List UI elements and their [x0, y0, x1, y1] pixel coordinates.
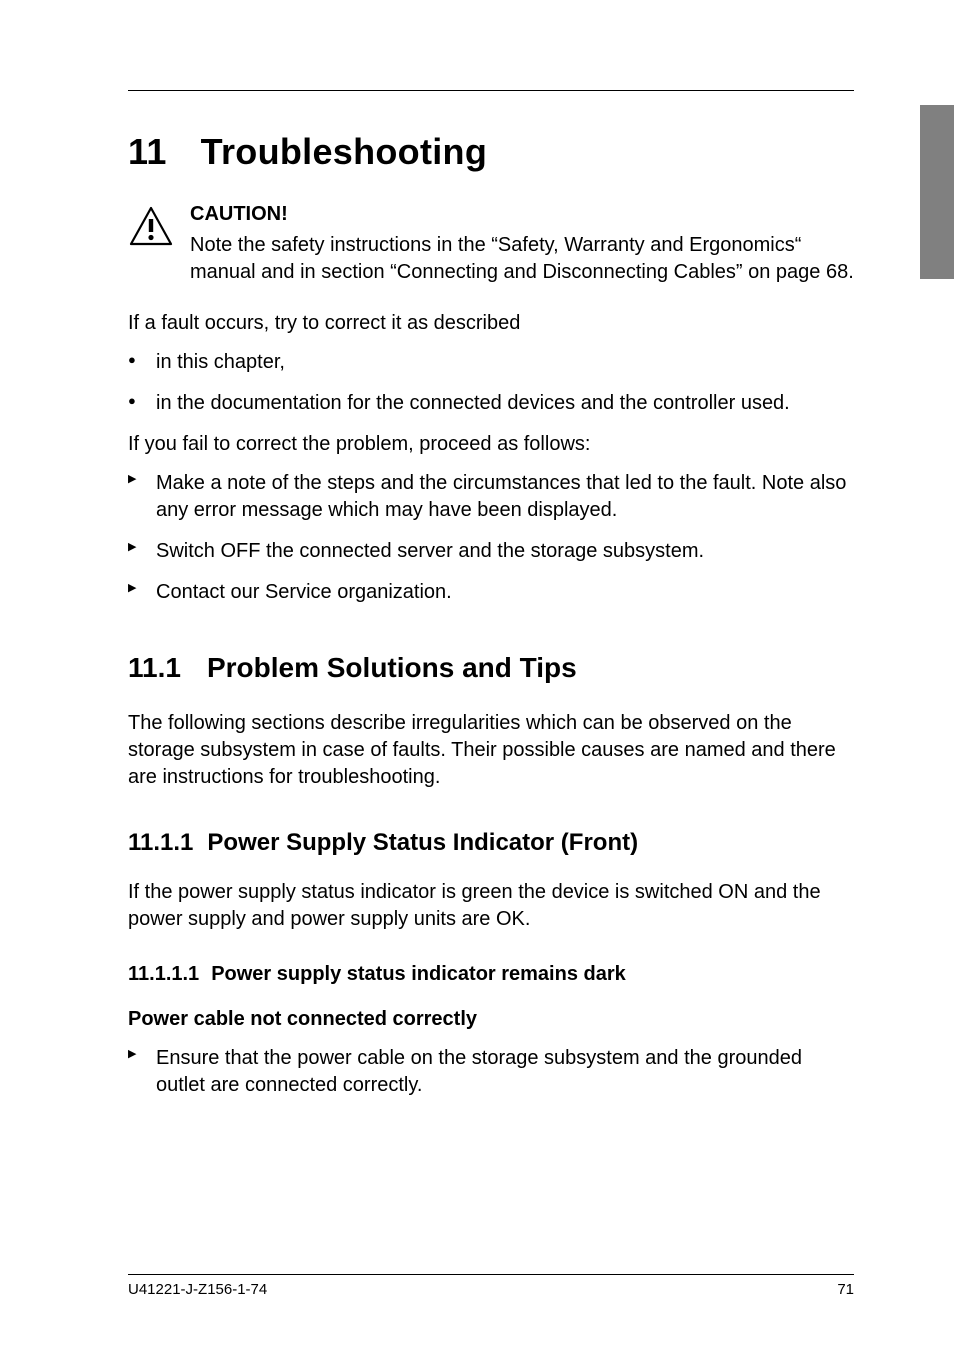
- chapter-heading: 11 Troubleshooting: [128, 131, 854, 173]
- caution-body-text: Note the safety instructions in the “Saf…: [190, 232, 854, 286]
- body-paragraph: If the power supply status indicator is …: [128, 879, 854, 933]
- chapter-number: 11: [128, 131, 167, 173]
- caution-icon: [128, 205, 178, 252]
- bullet-list: in this chapter, in the documentation fo…: [128, 349, 854, 417]
- caution-text-block: CAUTION! Note the safety instructions in…: [190, 203, 854, 286]
- caution-admonition: CAUTION! Note the safety instructions in…: [128, 203, 854, 286]
- list-item: Contact our Service organization.: [128, 579, 854, 606]
- subsection-heading: 11.1.1 Power Supply Status Indicator (Fro…: [128, 829, 854, 857]
- top-horizontal-rule: [128, 90, 854, 91]
- list-item: Ensure that the power cable on the stora…: [128, 1045, 854, 1099]
- page-number: 71: [837, 1281, 854, 1298]
- subsection-number: 11.1.1: [128, 829, 193, 857]
- side-thumb-tab: [920, 105, 954, 279]
- subsubsection-number: 11.1.1.1: [128, 963, 199, 986]
- page-content: 11 Troubleshooting CAUTION! Note the safe…: [0, 0, 954, 1352]
- body-paragraph: If a fault occurs, try to correct it as …: [128, 310, 854, 337]
- list-item: Make a note of the steps and the circums…: [128, 470, 854, 524]
- body-paragraph: If you fail to correct the problem, proc…: [128, 431, 854, 458]
- cause-heading: Power cable not connected correctly: [128, 1008, 854, 1031]
- subsubsection-heading: 11.1.1.1 Power supply status indicator re…: [128, 963, 854, 986]
- footer-row: U41221-J-Z156-1-74 71: [128, 1281, 854, 1298]
- body-paragraph: The following sections describe irregula…: [128, 710, 854, 791]
- step-list: Ensure that the power cable on the stora…: [128, 1045, 854, 1099]
- subsection-title-text: Power Supply Status Indicator (Front): [207, 829, 638, 856]
- step-list: Make a note of the steps and the circums…: [128, 470, 854, 606]
- document-id: U41221-J-Z156-1-74: [128, 1281, 267, 1298]
- footer-horizontal-rule: [128, 1274, 854, 1275]
- section-heading: 11.1 Problem Solutions and Tips: [128, 652, 854, 684]
- section-number: 11.1: [128, 652, 181, 684]
- list-item: Switch OFF the connected server and the …: [128, 538, 854, 565]
- subsubsection-title-text: Power supply status indicator remains da…: [211, 963, 626, 985]
- list-item: in the documentation for the connected d…: [128, 390, 854, 417]
- page-footer: U41221-J-Z156-1-74 71: [128, 1274, 854, 1298]
- caution-label: CAUTION!: [190, 203, 854, 226]
- list-item: in this chapter,: [128, 349, 854, 376]
- section-title-text: Problem Solutions and Tips: [207, 652, 577, 683]
- chapter-title-text: Troubleshooting: [201, 131, 487, 172]
